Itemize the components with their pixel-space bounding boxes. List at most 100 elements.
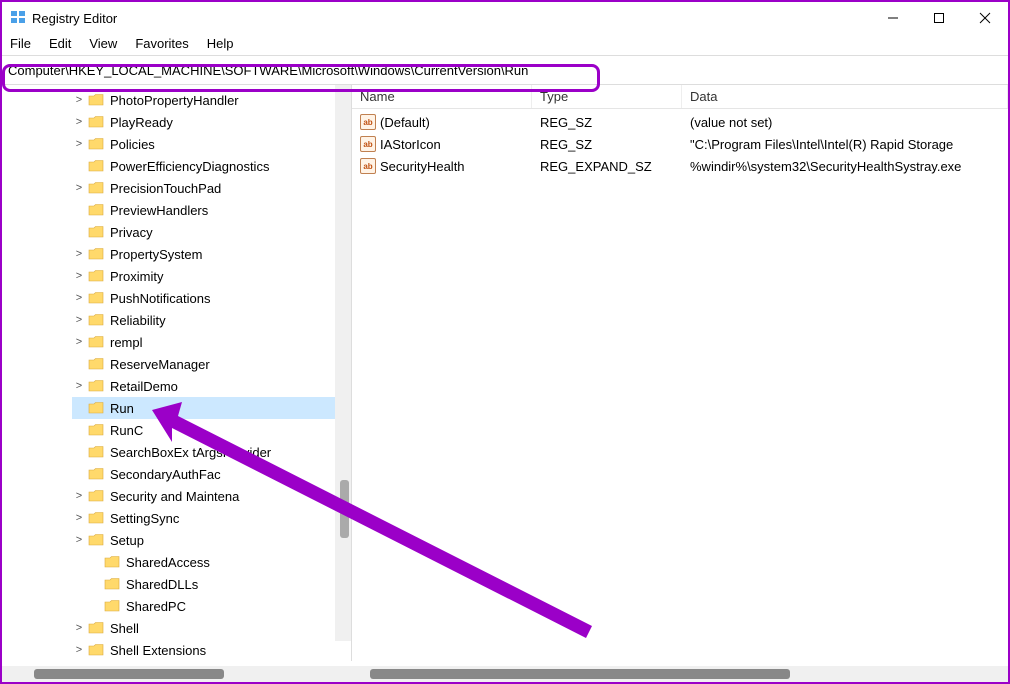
folder-icon — [104, 555, 120, 569]
tree-item-label: SearchBoxEx tArgsProvider — [108, 444, 273, 461]
tree-item-shareddlls[interactable]: SharedDLLs — [72, 573, 351, 595]
value-name: IAStorIcon — [380, 137, 441, 152]
tree-item-runonce[interactable]: RunC — [72, 419, 351, 441]
tree-item-reliability[interactable]: >Reliability — [72, 309, 351, 331]
expand-icon[interactable]: > — [72, 644, 86, 656]
menu-file[interactable]: File — [10, 36, 31, 51]
tree-item-photopropertyhandler[interactable]: >PhotoPropertyHandler — [72, 89, 351, 111]
maximize-button[interactable] — [916, 2, 962, 34]
folder-icon — [88, 511, 104, 525]
tree-item-security-and-maintenance[interactable]: > Security and Maintena — [72, 485, 351, 507]
window-controls — [870, 2, 1008, 34]
tree-item-searchboxexperimentargsprovider[interactable]: SearchBoxEx tArgsProvider — [72, 441, 351, 463]
expand-icon[interactable]: > — [72, 248, 86, 260]
tree-scrollbar-thumb[interactable] — [340, 480, 349, 538]
tree-item-label: PowerEfficiencyDiagnostics — [108, 158, 271, 175]
tree-item-label: SharedAccess — [124, 554, 212, 571]
column-data[interactable]: Data — [682, 85, 1008, 108]
folder-icon — [104, 599, 120, 613]
tree-item-label: Setup — [108, 532, 146, 549]
folder-icon — [88, 93, 104, 107]
expand-icon[interactable]: > — [72, 534, 86, 546]
value-row[interactable]: abSecurityHealthREG_EXPAND_SZ%windir%\sy… — [352, 155, 1008, 177]
tree-pane[interactable]: >PhotoPropertyHandler>PlayReady>Policies… — [2, 85, 352, 661]
bottom-scrollbars — [2, 666, 1008, 682]
value-data: (value not set) — [682, 115, 1008, 130]
tree-item-label: rempl — [108, 334, 145, 351]
folder-icon — [88, 467, 104, 481]
tree-item-label: SecondaryAuthFac — [108, 466, 223, 483]
tree-item-label: PrecisionTouchPad — [108, 180, 223, 197]
expand-icon[interactable]: > — [72, 270, 86, 282]
expand-icon[interactable]: > — [72, 622, 86, 634]
minimize-button[interactable] — [870, 2, 916, 34]
expand-icon[interactable]: > — [72, 182, 86, 194]
list-pane[interactable]: Name Type Data ab(Default)REG_SZ(value n… — [352, 85, 1008, 661]
tree-item-powerefficiencydiagnostics[interactable]: PowerEfficiencyDiagnostics — [72, 155, 351, 177]
value-row[interactable]: ab(Default)REG_SZ(value not set) — [352, 111, 1008, 133]
tree-item-setup[interactable]: > Setup — [72, 529, 351, 551]
expand-icon[interactable]: > — [72, 336, 86, 348]
expand-icon[interactable]: > — [72, 512, 86, 524]
tree-hscroll-thumb[interactable] — [34, 669, 224, 679]
folder-icon — [88, 445, 104, 459]
tree-item-retaildemo[interactable]: >RetailDemo — [72, 375, 351, 397]
string-value-icon: ab — [360, 158, 376, 174]
menu-favorites[interactable]: Favorites — [135, 36, 188, 51]
menubar: File Edit View Favorites Help — [2, 34, 1008, 55]
tree-item-settingsync[interactable]: >SettingSync — [72, 507, 351, 529]
tree-item-label: Shell — [108, 620, 141, 637]
folder-icon — [88, 335, 104, 349]
menu-edit[interactable]: Edit — [49, 36, 71, 51]
menu-help[interactable]: Help — [207, 36, 234, 51]
tree-item-label: PushNotifications — [108, 290, 212, 307]
string-value-icon: ab — [360, 114, 376, 130]
tree-hscroll[interactable] — [2, 666, 352, 682]
tree-item-proximity[interactable]: > Proximity — [72, 265, 351, 287]
column-type[interactable]: Type — [532, 85, 682, 108]
list-hscroll[interactable] — [352, 666, 1008, 682]
address-input[interactable] — [2, 56, 1008, 84]
expand-icon[interactable]: > — [72, 380, 86, 392]
tree-item-label: ReserveManager — [108, 356, 212, 373]
tree-scrollbar[interactable] — [335, 85, 351, 641]
tree-item-sharedpc[interactable]: SharedPC — [72, 595, 351, 617]
tree-item-secondaryauthfactor[interactable]: SecondaryAuthFac — [72, 463, 351, 485]
value-type: REG_SZ — [532, 137, 682, 152]
folder-icon — [88, 401, 104, 415]
close-button[interactable] — [962, 2, 1008, 34]
tree-item-label: SharedDLLs — [124, 576, 200, 593]
expand-icon[interactable]: > — [72, 116, 86, 128]
column-name[interactable]: Name — [352, 85, 532, 108]
tree-item-label: Security and Maintena — [108, 488, 241, 505]
list-hscroll-thumb[interactable] — [370, 669, 790, 679]
expand-icon[interactable]: > — [72, 314, 86, 326]
expand-icon[interactable]: > — [72, 292, 86, 304]
tree-item-previewhandlers[interactable]: PreviewHandlers — [72, 199, 351, 221]
tree-item-precisiontouchpad[interactable]: > PrecisionTouchPad — [72, 177, 351, 199]
tree-item-pushnotifications[interactable]: > PushNotifications — [72, 287, 351, 309]
tree-item-propertysystem[interactable]: >PropertySystem — [72, 243, 351, 265]
value-data: "C:\Program Files\Intel\Intel(R) Rapid S… — [682, 137, 1008, 152]
tree-item-label: RunC — [108, 422, 145, 439]
folder-icon — [88, 269, 104, 283]
expand-icon[interactable]: > — [72, 138, 86, 150]
tree-item-shell[interactable]: > Shell — [72, 617, 351, 639]
tree-item-sharedaccess[interactable]: SharedAccess — [72, 551, 351, 573]
tree-item-playready[interactable]: >PlayReady — [72, 111, 351, 133]
tree-item-privacy[interactable]: Privacy — [72, 221, 351, 243]
expand-icon[interactable]: > — [72, 490, 86, 502]
value-row[interactable]: abIAStorIconREG_SZ"C:\Program Files\Inte… — [352, 133, 1008, 155]
tree-item-rempl[interactable]: > rempl — [72, 331, 351, 353]
tree-item-policies[interactable]: >Policies — [72, 133, 351, 155]
folder-icon — [104, 577, 120, 591]
tree-item-reservemanager[interactable]: ReserveManager — [72, 353, 351, 375]
tree-item-run[interactable]: Run — [72, 397, 351, 419]
tree-item-label: Proximity — [108, 268, 165, 285]
tree-item-label: Run — [108, 400, 136, 417]
content-area: >PhotoPropertyHandler>PlayReady>Policies… — [2, 85, 1008, 661]
addressbar-container — [2, 55, 1008, 85]
menu-view[interactable]: View — [89, 36, 117, 51]
tree-item-shell-extensions[interactable]: >Shell Extensions — [72, 639, 351, 661]
expand-icon[interactable]: > — [72, 94, 86, 106]
